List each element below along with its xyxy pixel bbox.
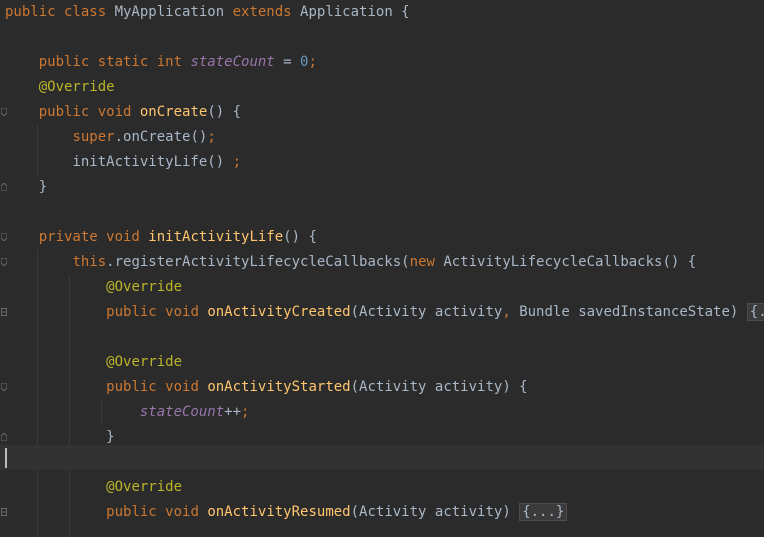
code-text: stateCount++; <box>5 400 250 425</box>
code-text: private void initActivityLife() { <box>5 225 317 250</box>
code-line[interactable]: initActivityLife() ; <box>0 150 764 175</box>
code-method-name: onActivityCreated <box>207 304 351 320</box>
code-line[interactable]: @Override <box>0 75 764 100</box>
code-keyword: extends <box>232 4 301 20</box>
code-line[interactable] <box>0 325 764 350</box>
code-text-token: } <box>5 429 115 445</box>
code-text: initActivityLife() ; <box>5 150 241 175</box>
code-text-token: (Activity activity) { <box>350 379 528 395</box>
code-text: @Override <box>5 275 182 300</box>
code-text: @Override <box>5 75 115 100</box>
code-method-name: onCreate <box>139 104 208 120</box>
code-line[interactable]: } <box>0 175 764 200</box>
folded-code-block[interactable]: {...} <box>746 303 764 321</box>
code-line[interactable]: this.registerActivityLifecycleCallbacks(… <box>0 250 764 275</box>
code-annotation: @Override <box>106 479 183 495</box>
code-annotation: @Override <box>106 279 183 295</box>
code-method-name: initActivityLife <box>148 229 284 245</box>
code-keyword: public void <box>106 504 208 520</box>
code-line[interactable]: @Override <box>0 350 764 375</box>
code-keyword: public void <box>106 379 208 395</box>
code-text-token: () <box>190 129 208 145</box>
code-text-token: initActivityLife() <box>5 154 233 170</box>
code-punctuation: ; <box>241 404 250 420</box>
code-keyword: super <box>72 129 115 145</box>
code-line[interactable]: stateCount++; <box>0 400 764 425</box>
code-method-name: onActivityResumed <box>207 504 351 520</box>
text-caret <box>5 448 7 468</box>
code-field: stateCount <box>190 54 275 70</box>
code-text: public static int stateCount = 0; <box>5 50 317 75</box>
folded-code-block[interactable]: {...} <box>519 503 568 521</box>
code-line[interactable] <box>0 525 764 537</box>
code-text: this.registerActivityLifecycleCallbacks(… <box>5 250 696 275</box>
current-code-line[interactable] <box>0 445 764 470</box>
code-text-token: } <box>5 179 48 195</box>
code-text: } <box>5 175 47 200</box>
code-editor[interactable]: public class MyApplication extends Appli… <box>0 0 764 537</box>
code-keyword: public class <box>5 4 115 20</box>
code-text-token: () { <box>207 104 242 120</box>
code-text: @Override <box>5 475 182 500</box>
code-line[interactable]: super.onCreate(); <box>0 125 764 150</box>
code-text-token: Bundle savedInstanceState) <box>519 304 747 320</box>
code-text-token: (Activity activity <box>350 304 503 320</box>
code-annotation: @Override <box>106 354 183 370</box>
code-annotation: @Override <box>38 79 115 95</box>
code-text-token: () { <box>283 229 317 245</box>
code-text-token: = <box>274 54 301 70</box>
code-punctuation: ; <box>207 129 216 145</box>
code-text-token: ActivityLifecycleCallbacks() { <box>443 254 697 270</box>
code-line[interactable]: @Override <box>0 475 764 500</box>
code-line[interactable] <box>0 25 764 50</box>
code-line[interactable]: public void onActivityResumed(Activity a… <box>0 500 764 525</box>
code-line[interactable]: public static int stateCount = 0; <box>0 50 764 75</box>
code-text: public class MyApplication extends Appli… <box>5 0 410 25</box>
code-method-name: onActivityStarted <box>207 379 351 395</box>
code-punctuation: ; <box>308 54 317 70</box>
code-text: public void onActivityStarted(Activity a… <box>5 375 528 400</box>
code-line[interactable]: public void onCreate() { <box>0 100 764 125</box>
code-keyword: public void <box>106 304 208 320</box>
code-keyword: new <box>409 254 444 270</box>
code-text-token: ++ <box>224 404 242 420</box>
code-text: super.onCreate(); <box>5 125 216 150</box>
code-line[interactable]: public void onActivityStarted(Activity a… <box>0 375 764 400</box>
code-keyword: public void <box>38 104 140 120</box>
code-text-token: Application { <box>300 4 410 20</box>
code-keyword: this <box>72 254 107 270</box>
code-text-token: .registerActivityLifecycleCallbacks( <box>106 254 410 270</box>
code-text-token: onCreate <box>123 129 191 145</box>
code-text-token: . <box>114 129 124 145</box>
code-punctuation: ; <box>232 154 242 170</box>
code-line[interactable]: @Override <box>0 275 764 300</box>
code-keyword: private void <box>38 229 149 245</box>
code-line[interactable] <box>0 200 764 225</box>
code-text-token: (Activity activity) <box>350 504 520 520</box>
code-text-token: MyApplication <box>114 4 233 20</box>
code-line[interactable]: public void onActivityCreated(Activity a… <box>0 300 764 325</box>
code-line[interactable]: public class MyApplication extends Appli… <box>0 0 764 25</box>
code-text: public void onActivityResumed(Activity a… <box>5 500 568 525</box>
code-text: @Override <box>5 350 182 375</box>
code-keyword: public static int <box>38 54 191 70</box>
code-text: public void onActivityCreated(Activity a… <box>5 300 764 325</box>
code-text: public void onCreate() { <box>5 100 241 125</box>
code-field: stateCount <box>139 404 225 420</box>
code-line[interactable]: private void initActivityLife() { <box>0 225 764 250</box>
code-punctuation: , <box>502 304 520 320</box>
